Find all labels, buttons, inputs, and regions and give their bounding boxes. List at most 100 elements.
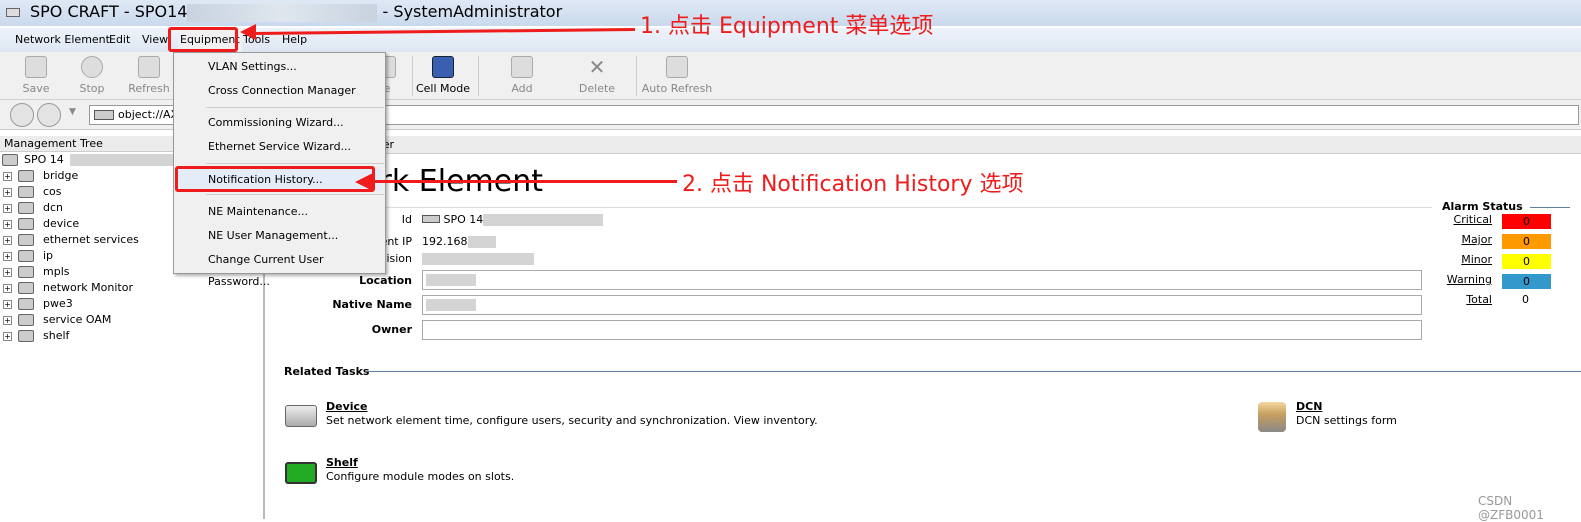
node-icon (18, 314, 34, 326)
browser-header: wser (268, 136, 1581, 154)
node-icon (18, 250, 34, 262)
menu-item-commissioning-wizard[interactable]: Commissioning Wizard... (208, 112, 344, 134)
history-dropdown-icon[interactable]: ▼ (69, 107, 76, 117)
expand-icon[interactable]: + (3, 188, 12, 197)
dcn-icon (1258, 402, 1286, 432)
auto-refresh-label: Auto Refresh (641, 82, 713, 95)
cell-mode-icon (432, 56, 454, 78)
expand-icon[interactable]: + (3, 220, 12, 229)
annotation-step-2: 2. 点击 Notification History 选项 (682, 172, 1024, 197)
stop-button[interactable]: Stop (62, 56, 122, 95)
menu-edit[interactable]: Edit (109, 28, 130, 52)
tree-node-shelf[interactable]: + shelf (0, 328, 263, 344)
expand-icon[interactable]: + (3, 252, 12, 261)
tree-root-label: SPO 14 (24, 153, 64, 166)
alarm-critical-count: 0 (1502, 214, 1551, 229)
menu-network-element[interactable]: Network Element (15, 28, 110, 52)
node-icon (18, 266, 34, 278)
device-task-desc: Set network element time, configure user… (326, 414, 818, 427)
refresh-button[interactable]: Refresh (119, 56, 179, 95)
annotation-arrow-2 (372, 180, 677, 183)
tree-node-label: bridge (43, 169, 79, 182)
menu-item-ne-maintenance[interactable]: NE Maintenance... (208, 201, 308, 223)
save-icon (25, 56, 47, 78)
tree-node-label: ethernet services (43, 233, 139, 246)
native-name-label: Native Name (332, 298, 412, 311)
back-button[interactable] (10, 103, 34, 127)
alarm-major-count: 0 (1502, 234, 1551, 249)
alarm-status-title: Alarm Status (1442, 200, 1523, 213)
tree-node-pwe3[interactable]: + pwe3 (0, 296, 263, 312)
cell-mode-label: Cell Mode (415, 82, 471, 95)
ne-icon (94, 110, 114, 120)
related-tasks-title: Related Tasks (284, 365, 370, 378)
alarm-warning-link[interactable]: Warning (1422, 273, 1492, 286)
owner-input[interactable] (422, 320, 1422, 340)
node-icon (18, 298, 34, 310)
menu-item-vlan-settings[interactable]: VLAN Settings... (208, 56, 297, 78)
location-label: Location (359, 274, 412, 287)
owner-label: Owner (371, 323, 412, 336)
alarm-warning-count: 0 (1502, 274, 1551, 289)
revision-value (422, 252, 534, 265)
refresh-label: Refresh (128, 82, 170, 95)
node-icon (18, 282, 34, 294)
save-label: Save (22, 82, 50, 95)
ip-text: 192.168 (422, 235, 468, 248)
tree-node-label: ip (43, 249, 54, 262)
save-button[interactable]: Save (6, 56, 66, 95)
expand-icon[interactable]: + (3, 332, 12, 341)
node-icon (18, 330, 34, 342)
expand-icon[interactable]: + (3, 268, 12, 277)
location-input[interactable] (422, 270, 1422, 290)
expand-icon[interactable]: + (3, 172, 12, 181)
native-name-input[interactable] (422, 295, 1422, 315)
watermark: CSDN @ZFB0001 (1478, 494, 1544, 522)
node-icon (18, 186, 34, 198)
tree-node-service-oam[interactable]: + service OAM (0, 312, 263, 328)
tree-node-label: shelf (43, 329, 70, 342)
delete-label: Delete (578, 82, 616, 95)
shelf-task-link[interactable]: Shelf (326, 456, 358, 469)
equipment-dropdown-menu: VLAN Settings... Cross Connection Manage… (173, 52, 386, 288)
shelf-task-desc: Configure module modes on slots. (326, 470, 515, 483)
alarm-minor-link[interactable]: Minor (1422, 253, 1492, 266)
refresh-icon (138, 56, 160, 78)
add-button[interactable]: Add (492, 56, 552, 95)
dcn-task-link[interactable]: DCN (1296, 400, 1322, 413)
expand-icon[interactable]: + (3, 316, 12, 325)
annotation-box-equipment (168, 27, 238, 52)
expand-icon[interactable]: + (3, 236, 12, 245)
annotation-box-notification-history (175, 166, 375, 192)
delete-icon: ✕ (588, 55, 606, 79)
expand-icon[interactable]: + (3, 284, 12, 293)
auto-refresh-icon (666, 56, 688, 78)
window-title-suffix: - SystemAdministrator (377, 2, 563, 21)
add-icon (511, 56, 533, 78)
delete-button[interactable]: ✕ Delete (567, 56, 627, 95)
menu-item-cross-connection-manager[interactable]: Cross Connection Manager (208, 80, 356, 102)
app-icon (6, 8, 20, 17)
forward-button[interactable] (37, 103, 61, 127)
alarm-total-value: 0 (1522, 293, 1529, 306)
cell-mode-button[interactable]: Cell Mode (413, 56, 473, 95)
expand-icon[interactable]: + (3, 300, 12, 309)
alarm-total-link[interactable]: Total (1422, 293, 1492, 306)
node-icon (18, 202, 34, 214)
menu-item-ethernet-service-wizard[interactable]: Ethernet Service Wizard... (208, 136, 351, 158)
menu-item-change-password[interactable]: Change Current User Password... (208, 249, 385, 288)
expand-icon[interactable]: + (3, 204, 12, 213)
stop-icon (81, 56, 103, 78)
alarm-critical-link[interactable]: Critical (1422, 213, 1492, 226)
tree-node-label: network Monitor (43, 281, 133, 294)
alarm-major-link[interactable]: Major (1422, 233, 1492, 246)
auto-refresh-button[interactable]: Auto Refresh (640, 56, 714, 95)
tree-node-label: pwe3 (43, 297, 73, 310)
add-label: Add (511, 82, 533, 95)
tree-node-label: device (43, 217, 80, 230)
ip-value: 192.168 (422, 235, 496, 248)
id-value: SPO 14 (422, 213, 604, 226)
menu-item-ne-user-management[interactable]: NE User Management... (208, 225, 338, 247)
menu-view[interactable]: View (142, 28, 168, 52)
device-task-link[interactable]: Device (326, 400, 368, 413)
